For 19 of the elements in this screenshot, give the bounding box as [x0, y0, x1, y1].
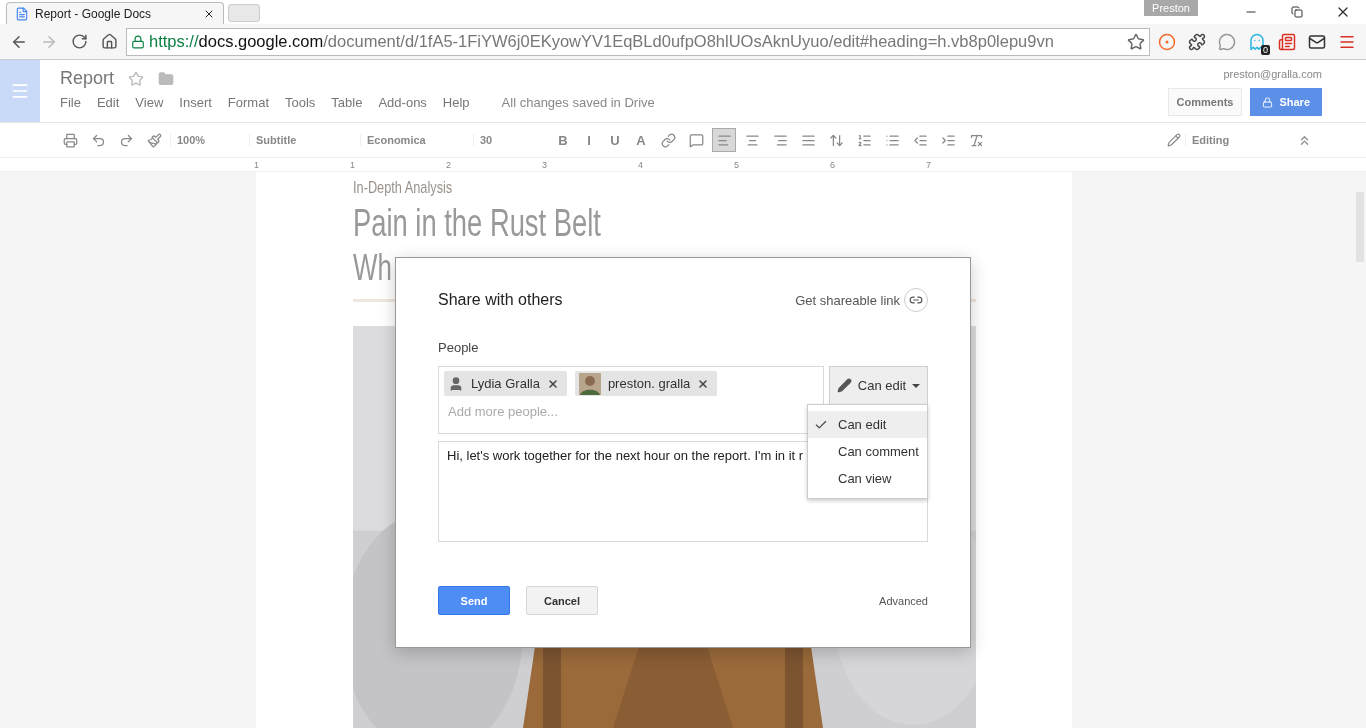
- count-badge: 0: [1261, 44, 1270, 55]
- ruler-number: 4: [638, 159, 644, 170]
- url-text: https://docs.google.com/document/d/1fA5-1FiYW6j0EKyowYV1EqBLd0ufpO8hlUOsAknUyuo/edit#heading=h.vb8p0lepu9vn: [149, 32, 1054, 51]
- ruler-number: 2: [446, 159, 452, 170]
- tab-title: Report - Google Docs: [35, 6, 153, 21]
- ruler-number: 5: [734, 159, 740, 170]
- save-status: All changes saved in Drive: [501, 95, 655, 110]
- person-name: Lydia Gralla: [471, 376, 540, 391]
- ruler-number: 6: [830, 159, 836, 170]
- document-heading: Pain in the Rust Belt: [353, 202, 601, 245]
- dialog-title: Share with others: [438, 291, 563, 309]
- ruler-number: 1: [350, 159, 356, 170]
- people-label: People: [438, 340, 480, 355]
- person-name: preston. gralla: [607, 376, 691, 391]
- ruler-number: 7: [926, 159, 932, 170]
- ruler-number: 1: [254, 159, 260, 170]
- kicker-text: In-Depth Analysis: [353, 178, 453, 198]
- ruler-number: 3: [542, 159, 548, 170]
- document-subtitle: Wh: [353, 247, 392, 289]
